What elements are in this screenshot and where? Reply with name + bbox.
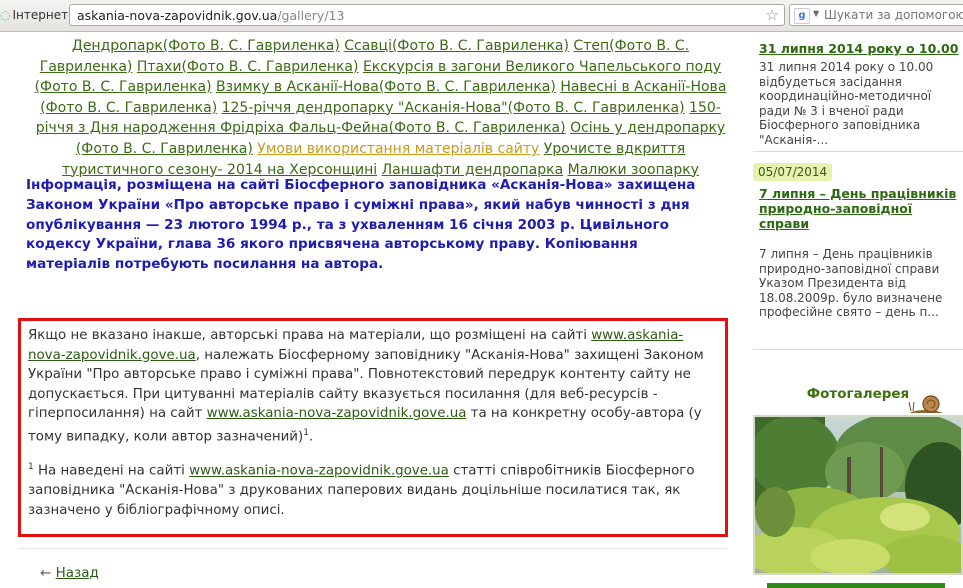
main-content: Дендропарк(Фото В. С. Гавриленка) Ссавці… bbox=[26, 36, 733, 272]
news-item-title[interactable]: 31 липня 2014 року о 10.00 bbox=[759, 41, 958, 56]
footnote-paragraph: 1 На наведені на сайті www.askania-nova-… bbox=[28, 458, 717, 520]
divider bbox=[753, 349, 963, 350]
divider bbox=[18, 548, 728, 549]
snail-icon bbox=[908, 395, 943, 413]
gallery-button-bar[interactable] bbox=[767, 583, 945, 588]
copyright-terms-box: Якщо не вказано інакше, авторські права … bbox=[18, 318, 728, 537]
terms-paragraph: Якщо не вказано інакше, авторські права … bbox=[28, 326, 717, 446]
gallery-links: Дендропарк(Фото В. С. Гавриленка) Ссавці… bbox=[28, 36, 733, 180]
arrow-left-icon: ← bbox=[40, 565, 52, 581]
terms-text: Якщо не вказано інакше, авторські права … bbox=[28, 328, 592, 343]
back-nav[interactable]: ← Назад bbox=[40, 565, 99, 581]
connection-status: ◌ Інтернет bbox=[0, 8, 68, 22]
garden-image bbox=[755, 417, 961, 573]
gallery-link[interactable]: 125-річчя дендропарку "Асканія-Нова"(Фот… bbox=[222, 100, 685, 116]
url-text[interactable]: askania-nova-zapovidnik.gov.ua/gallery/1… bbox=[77, 8, 344, 23]
news-item-text: 31 липня 2014 року о 10.00 відбудеться з… bbox=[759, 60, 934, 147]
url-path: /gallery/13 bbox=[277, 8, 345, 23]
globe-icon: ◌ bbox=[0, 8, 11, 22]
divider bbox=[753, 151, 963, 152]
bookmark-star-icon[interactable]: ☆ bbox=[766, 6, 779, 24]
address-bar[interactable]: askania-nova-zapovidnik.gov.ua/gallery/1… bbox=[69, 4, 785, 26]
connection-label: Інтернет bbox=[12, 8, 69, 22]
gallery-photo[interactable] bbox=[753, 415, 963, 575]
gallery-link[interactable]: Ссавці(Фото В. С. Гавриленка) bbox=[344, 38, 569, 54]
news-date-badge: 05/07/2014 bbox=[753, 163, 833, 181]
search-input[interactable] bbox=[824, 6, 963, 24]
site-link[interactable]: www.askania-nova-zapovidnik.gove.ua bbox=[189, 464, 449, 479]
sidebar: 31 липня 2014 року о 10.00 31 липня 2014… bbox=[753, 31, 963, 588]
news-item-title[interactable]: 7 липня – День працівників природно-запо… bbox=[759, 186, 959, 231]
gallery-link[interactable]: Птахи(Фото В. С. Гавриленка) bbox=[137, 59, 359, 75]
google-icon[interactable]: g bbox=[794, 8, 810, 24]
gallery-link[interactable]: Взимку в Асканії-Нова(Фото В. С. Гавриле… bbox=[216, 79, 556, 95]
chevron-down-icon[interactable]: ▼ bbox=[813, 9, 819, 18]
footnote-text: На наведені на сайті bbox=[33, 463, 190, 479]
url-host: askania-nova-zapovidnik.gov.ua bbox=[77, 8, 278, 23]
back-link[interactable]: Назад bbox=[56, 565, 99, 581]
news-link[interactable]: 7 липня – День працівників природно-запо… bbox=[759, 186, 956, 231]
terms-text: . bbox=[308, 428, 314, 444]
gallery-link[interactable]: Дендропарк(Фото В. С. Гавриленка) bbox=[72, 38, 340, 54]
search-bar[interactable]: g ▼ bbox=[789, 4, 963, 26]
site-link[interactable]: www.askania-nova-zapovidnik.gove.ua bbox=[207, 406, 467, 421]
news-link[interactable]: 31 липня 2014 року о 10.00 bbox=[759, 41, 958, 56]
gallery-link-active[interactable]: Умови використання матеріалів сайту bbox=[257, 141, 539, 157]
copyright-notice: Інформація, розміщена на сайті Біосферно… bbox=[26, 177, 696, 273]
news-item-text: 7 липня – День працівників природно-запо… bbox=[759, 247, 943, 320]
browser-toolbar: ◌ Інтернет askania-nova-zapovidnik.gov.ua… bbox=[0, 0, 963, 32]
